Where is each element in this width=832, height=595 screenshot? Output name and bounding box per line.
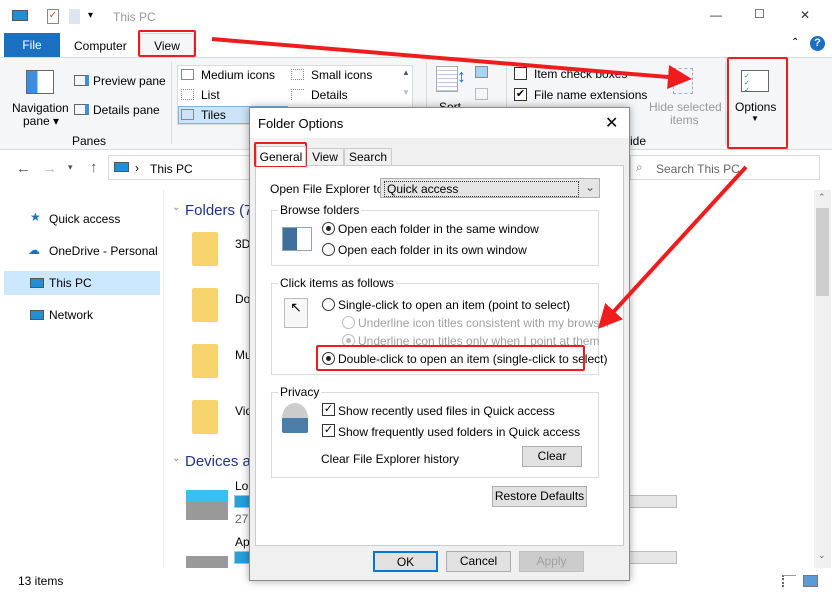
annotation-arrows — [211, 37, 748, 329]
arrow-to-options — [211, 37, 692, 89]
tab-general[interactable]: General — [256, 146, 306, 166]
arrow-to-double-click — [597, 165, 748, 329]
